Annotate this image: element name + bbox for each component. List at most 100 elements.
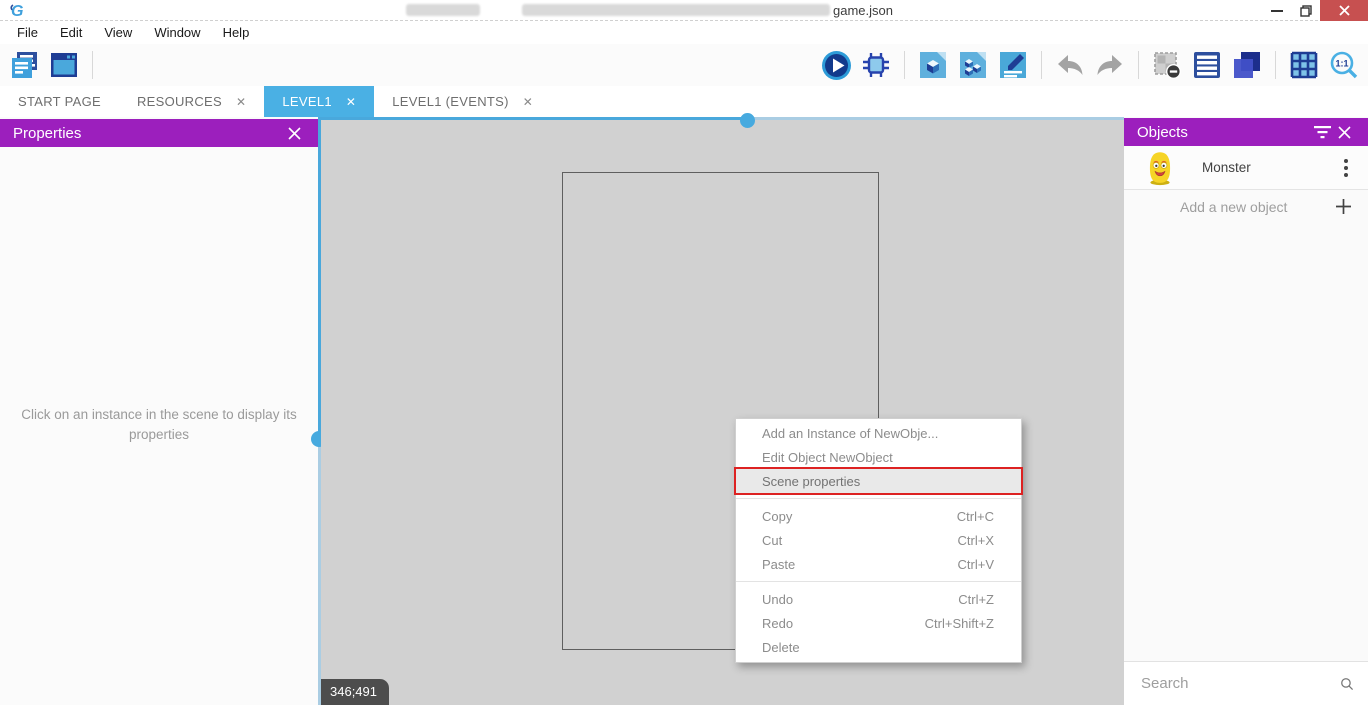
panel-divider-horizontal bbox=[321, 117, 1124, 120]
properties-close-button[interactable] bbox=[283, 122, 305, 144]
menu-view[interactable]: View bbox=[93, 22, 143, 43]
toolbar-separator bbox=[904, 51, 905, 79]
menu-item-shortcut: Ctrl+Shift+Z bbox=[925, 616, 994, 631]
toolbar: 1:1 bbox=[0, 44, 1368, 86]
menu-item-label: Scene properties bbox=[762, 474, 860, 489]
menu-item-label: Paste bbox=[762, 557, 795, 572]
close-icon bbox=[287, 126, 302, 141]
menu-item-cut[interactable]: Cut Ctrl+X bbox=[736, 528, 1021, 552]
add-object-row[interactable]: Add a new object bbox=[1124, 190, 1368, 223]
menu-item-copy[interactable]: Copy Ctrl+C bbox=[736, 504, 1021, 528]
menu-separator bbox=[736, 498, 1021, 499]
redacted-path-text bbox=[406, 4, 480, 16]
menu-item-label: Undo bbox=[762, 592, 793, 607]
project-manager-icon bbox=[9, 50, 39, 80]
menu-edit[interactable]: Edit bbox=[49, 22, 93, 43]
menu-item-shortcut: Ctrl+C bbox=[957, 509, 994, 524]
minimize-button[interactable] bbox=[1262, 0, 1292, 21]
toolbar-separator bbox=[1041, 51, 1042, 79]
menu-file[interactable]: File bbox=[6, 22, 49, 43]
menu-item-label: Copy bbox=[762, 509, 792, 524]
object-groups-editor-button[interactable] bbox=[957, 49, 989, 81]
instances-list-button[interactable] bbox=[1191, 49, 1223, 81]
tab-label: LEVEL1 (EVENTS) bbox=[392, 94, 509, 109]
layers-editor-button[interactable] bbox=[1231, 49, 1263, 81]
toolbar-separator bbox=[1275, 51, 1276, 79]
tab-label: LEVEL1 bbox=[282, 94, 332, 109]
tab-label: START PAGE bbox=[18, 94, 101, 109]
properties-panel: Properties Click on an instance in the s… bbox=[0, 117, 318, 705]
project-manager-button[interactable] bbox=[8, 49, 40, 81]
context-menu: Add an Instance of NewObje... Edit Objec… bbox=[735, 418, 1022, 663]
object-options-button[interactable] bbox=[1336, 155, 1356, 181]
object-row-monster[interactable]: Monster bbox=[1124, 146, 1368, 190]
preview-play-button[interactable] bbox=[820, 49, 852, 81]
close-button[interactable] bbox=[1320, 0, 1368, 21]
window-titlebar: G game.json bbox=[0, 0, 1368, 21]
toolbar-separator bbox=[1138, 51, 1139, 79]
gdevelop-logo-icon: G bbox=[10, 2, 28, 19]
objects-panel-title: Objects bbox=[1137, 124, 1188, 141]
panel-resize-handle[interactable] bbox=[740, 113, 755, 128]
menubar: File Edit View Window Help bbox=[0, 21, 1368, 44]
redacted-path-text bbox=[522, 4, 830, 16]
menu-item-add-instance[interactable]: Add an Instance of NewObje... bbox=[736, 421, 1021, 445]
undo-button[interactable] bbox=[1054, 49, 1086, 81]
menu-item-label: Cut bbox=[762, 533, 782, 548]
cursor-coordinates: 346;491 bbox=[321, 679, 389, 705]
restore-button[interactable] bbox=[1292, 0, 1320, 21]
tab-close-icon[interactable]: ✕ bbox=[346, 96, 356, 108]
zoom-original-button[interactable]: 1:1 bbox=[1328, 49, 1360, 81]
objects-panel: Objects Monster bbox=[1124, 117, 1368, 705]
debug-icon bbox=[861, 50, 891, 80]
search-input[interactable] bbox=[1141, 675, 1340, 692]
tab-close-icon[interactable]: ✕ bbox=[236, 96, 246, 108]
tab-level1-events[interactable]: LEVEL1 (EVENTS) ✕ bbox=[374, 86, 551, 117]
tab-start-page[interactable]: START PAGE bbox=[0, 86, 119, 117]
tab-close-icon[interactable]: ✕ bbox=[523, 96, 533, 108]
undo-icon bbox=[1056, 52, 1084, 78]
search-icon bbox=[1340, 674, 1354, 694]
tabbar: START PAGE RESOURCES ✕ LEVEL1 ✕ LEVEL1 (… bbox=[0, 86, 1368, 117]
objects-filter-button[interactable] bbox=[1311, 121, 1333, 143]
properties-empty-message: Click on an instance in the scene to dis… bbox=[9, 405, 309, 444]
grid-icon bbox=[1289, 50, 1319, 80]
restore-icon bbox=[1300, 5, 1312, 17]
window-title: game.json bbox=[833, 3, 893, 18]
start-page-icon bbox=[49, 50, 79, 80]
menu-window[interactable]: Window bbox=[143, 22, 211, 43]
menu-item-redo[interactable]: Redo Ctrl+Shift+Z bbox=[736, 611, 1021, 635]
menu-item-label: Redo bbox=[762, 616, 793, 631]
start-page-button[interactable] bbox=[48, 49, 80, 81]
menu-item-delete[interactable]: Delete bbox=[736, 635, 1021, 659]
zoom-1-1-icon: 1:1 bbox=[1329, 50, 1359, 80]
tab-resources[interactable]: RESOURCES ✕ bbox=[119, 86, 264, 117]
menu-item-paste[interactable]: Paste Ctrl+V bbox=[736, 552, 1021, 576]
redo-button[interactable] bbox=[1094, 49, 1126, 81]
monster-object-icon bbox=[1146, 150, 1174, 186]
tab-label: RESOURCES bbox=[137, 94, 222, 109]
tab-level1[interactable]: LEVEL1 ✕ bbox=[264, 86, 374, 117]
preview-play-icon bbox=[821, 50, 852, 81]
filter-icon bbox=[1314, 126, 1331, 139]
menu-item-scene-properties[interactable]: Scene properties bbox=[736, 469, 1021, 493]
debug-button[interactable] bbox=[860, 49, 892, 81]
objects-close-button[interactable] bbox=[1333, 121, 1355, 143]
add-object-button[interactable] bbox=[1332, 196, 1354, 218]
redo-icon bbox=[1096, 52, 1124, 78]
objects-editor-button[interactable] bbox=[917, 49, 949, 81]
menu-item-label: Delete bbox=[762, 640, 800, 655]
menu-item-undo[interactable]: Undo Ctrl+Z bbox=[736, 587, 1021, 611]
instances-list-icon bbox=[1192, 50, 1222, 80]
toggle-grid-button[interactable] bbox=[1288, 49, 1320, 81]
layers-icon bbox=[1232, 50, 1262, 80]
close-icon bbox=[1337, 125, 1352, 140]
plus-icon bbox=[1335, 198, 1352, 215]
properties-panel-header: Properties bbox=[0, 119, 318, 147]
menu-help[interactable]: Help bbox=[212, 22, 261, 43]
scene-properties-editor-icon bbox=[998, 50, 1028, 80]
menu-item-edit-object[interactable]: Edit Object NewObject bbox=[736, 445, 1021, 469]
object-name: Monster bbox=[1202, 160, 1251, 175]
toggle-instances-mask-button[interactable] bbox=[1151, 49, 1183, 81]
scene-properties-editor-button[interactable] bbox=[997, 49, 1029, 81]
